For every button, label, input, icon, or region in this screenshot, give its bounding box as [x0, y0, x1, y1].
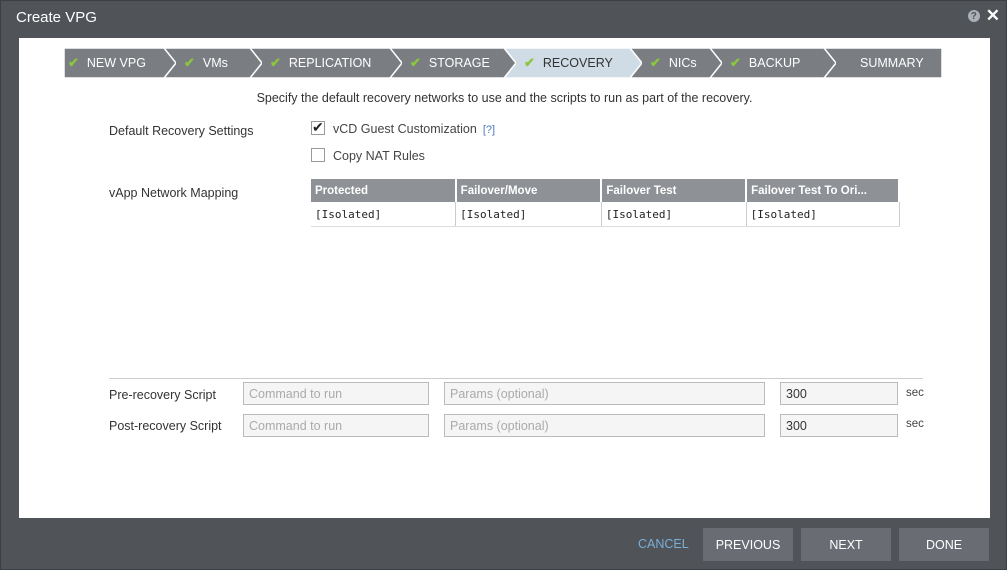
cell-failover-move[interactable]: [Isolated]	[455, 202, 602, 227]
divider	[109, 378, 923, 379]
vcd-help-link[interactable]: [?]	[483, 124, 495, 136]
wizard-step-label: STORAGE	[428, 56, 490, 70]
pre-recovery-script-label: Pre-recovery Script	[109, 388, 216, 402]
vcd-customization-checkbox[interactable]	[311, 119, 325, 136]
wizard-step-label: RECOVERY	[542, 56, 613, 70]
cell-protected[interactable]: [Isolated]	[311, 202, 457, 227]
column-header-failover-test[interactable]: Failover Test	[601, 179, 748, 202]
pre-recovery-command-input[interactable]	[243, 382, 429, 405]
next-button[interactable]: NEXT	[801, 528, 891, 561]
done-button[interactable]: DONE	[899, 528, 989, 561]
default-recovery-settings-label: Default Recovery Settings	[109, 124, 254, 138]
previous-button[interactable]: PREVIOUS	[703, 528, 793, 561]
cell-failover-test[interactable]: [Isolated]	[601, 202, 747, 227]
wizard-step-label: BACKUP	[748, 56, 801, 70]
check-icon: ✔	[270, 55, 281, 70]
wizard-step-summary[interactable]: SUMMARY	[824, 48, 954, 78]
column-header-failover-move[interactable]: Failover/Move	[455, 179, 603, 202]
check-icon: ✔	[68, 55, 79, 70]
check-icon: ✔	[650, 55, 661, 70]
wizard-step-label: REPLICATION	[288, 56, 372, 70]
copy-nat-rules-checkbox[interactable]	[311, 148, 325, 162]
table-header-row: Protected Failover/Move Failover Test Fa…	[311, 179, 900, 202]
check-icon: ✔	[524, 55, 535, 70]
check-icon: ✔	[730, 55, 741, 70]
wizard-steps: ✔ NEW VPG ✔ VMs ✔ REPLICATION ✔ STORAGE ✔ RECOVER…	[64, 48, 943, 78]
wizard-step-new-vpg[interactable]: ✔ NEW VPG	[64, 48, 176, 78]
check-icon: ✔	[184, 55, 195, 70]
column-header-failover-test-to-original[interactable]: Failover Test To Ori...	[746, 179, 900, 202]
vapp-network-mapping-label: vApp Network Mapping	[109, 186, 239, 200]
vapp-network-mapping-table: Protected Failover/Move Failover Test Fa…	[311, 179, 900, 227]
title-actions: ? ✕	[967, 7, 1000, 24]
cell-failover-test-to-original[interactable]: [Isolated]	[746, 202, 900, 227]
column-header-protected[interactable]: Protected	[311, 179, 457, 202]
copy-nat-rules-label: Copy NAT Rules	[333, 149, 425, 163]
create-vpg-dialog: Create VPG ? ✕ ✔ NEW VPG ✔ VMs ✔ REPLICATION ✔…	[0, 0, 1007, 570]
instruction-text: Specify the default recovery networks to…	[256, 91, 753, 105]
close-icon[interactable]: ✕	[986, 7, 1000, 24]
dialog-title: Create VPG	[16, 9, 97, 26]
table-row: [Isolated] [Isolated] [Isolated] [Isolat…	[311, 202, 900, 227]
vcd-customization-label: vCD Guest Customization [?]	[333, 122, 496, 136]
wizard-step-vms[interactable]: ✔ VMs	[164, 48, 262, 78]
pre-recovery-timeout-unit: sec	[906, 387, 924, 399]
pre-recovery-timeout-input[interactable]	[780, 382, 898, 405]
cancel-link[interactable]: CANCEL	[638, 537, 689, 551]
post-recovery-timeout-input[interactable]	[780, 414, 898, 437]
wizard-step-replication[interactable]: ✔ REPLICATION	[250, 48, 402, 78]
check-icon: ✔	[410, 55, 421, 70]
help-icon[interactable]: ?	[967, 10, 980, 22]
wizard-step-storage[interactable]: ✔ STORAGE	[390, 48, 516, 78]
post-recovery-timeout-unit: sec	[906, 418, 924, 430]
wizard-step-label: NEW VPG	[86, 56, 146, 70]
wizard-step-recovery[interactable]: ✔ RECOVERY	[504, 48, 642, 78]
wizard-step-nics[interactable]: ✔ NICs	[630, 48, 722, 78]
pre-recovery-params-input[interactable]	[444, 382, 765, 405]
wizard-step-label: NICs	[668, 56, 697, 70]
wizard-step-backup[interactable]: ✔ BACKUP	[710, 48, 836, 78]
wizard-step-label: SUMMARY	[860, 56, 924, 70]
post-recovery-script-label: Post-recovery Script	[109, 419, 222, 433]
wizard-panel: ✔ NEW VPG ✔ VMs ✔ REPLICATION ✔ STORAGE ✔ RECOVER…	[19, 38, 990, 518]
post-recovery-command-input[interactable]	[243, 414, 429, 437]
post-recovery-params-input[interactable]	[444, 414, 765, 437]
wizard-step-label: VMs	[202, 56, 228, 70]
